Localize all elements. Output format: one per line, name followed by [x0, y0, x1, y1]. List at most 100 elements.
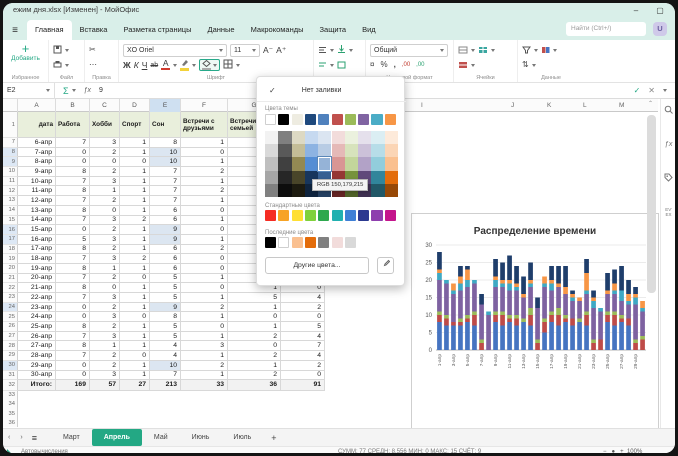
formula-expand-caret[interactable] — [663, 89, 667, 92]
theme-shade-swatch[interactable] — [385, 157, 398, 170]
cell[interactable]: 7 — [56, 177, 90, 187]
cell[interactable]: 1 — [120, 332, 150, 342]
standard-color-swatch[interactable] — [385, 210, 396, 221]
cell-name-box[interactable]: E2 — [3, 83, 55, 99]
hamburger-menu-icon[interactable]: ≡ — [3, 22, 27, 40]
cell[interactable]: 2 — [181, 303, 228, 313]
row-header-22[interactable]: 22 — [3, 283, 18, 293]
fill-color-caret[interactable] — [213, 64, 217, 67]
cell[interactable]: 19-апр — [18, 264, 56, 274]
column-header-F[interactable]: F — [181, 99, 228, 112]
cell[interactable]: 1 — [181, 332, 228, 342]
theme-shade-swatch[interactable] — [305, 131, 318, 144]
cell[interactable]: 24-апр — [18, 312, 56, 322]
theme-color-swatch[interactable] — [371, 114, 382, 125]
cell[interactable]: 7 — [150, 177, 181, 187]
sheet-tab-Апрель[interactable]: Апрель — [92, 429, 142, 446]
cell[interactable]: 7 — [56, 332, 90, 342]
cell[interactable]: 18-апр — [18, 254, 56, 264]
theme-shade-swatch[interactable] — [358, 144, 371, 157]
cell[interactable]: 6 — [150, 254, 181, 264]
cell[interactable]: 10 — [150, 148, 181, 158]
sheet-tab-Март[interactable]: Март — [51, 429, 92, 446]
cell[interactable]: 1 — [120, 196, 150, 206]
cell[interactable]: 0 — [90, 283, 120, 293]
print-caret[interactable] — [65, 64, 69, 67]
cell[interactable]: 8 — [56, 341, 90, 351]
cell[interactable]: 2 — [181, 245, 228, 255]
sheet-list-icon[interactable]: ≡ — [28, 433, 41, 443]
conditional-format-caret[interactable] — [553, 49, 557, 52]
cell[interactable]: 0 — [56, 225, 90, 235]
theme-shade-swatch[interactable] — [358, 131, 371, 144]
standard-color-swatch[interactable] — [265, 210, 276, 221]
row-header-32[interactable]: 32 — [3, 380, 18, 391]
cell[interactable]: 2 — [90, 167, 120, 177]
cell[interactable]: Итого: — [18, 380, 56, 391]
cell[interactable]: 3 — [90, 254, 120, 264]
cell[interactable]: 1 — [120, 341, 150, 351]
cell[interactable]: 2 — [228, 351, 281, 361]
add-sheet-button[interactable]: + — [263, 433, 284, 443]
cell[interactable]: 1 — [120, 138, 150, 148]
row-header-36[interactable]: 36 — [3, 418, 18, 427]
theme-shade-swatch[interactable] — [332, 144, 345, 157]
theme-shade-swatch[interactable] — [385, 184, 398, 197]
cell[interactable]: 10-апр — [18, 177, 56, 187]
cell[interactable]: 2 — [90, 196, 120, 206]
more-dots-icon[interactable]: ⋯ — [89, 60, 97, 70]
column-header-K[interactable]: K — [547, 99, 551, 112]
cell[interactable]: 1 — [120, 245, 150, 255]
theme-color-swatch[interactable] — [345, 114, 356, 125]
row-header-34[interactable]: 34 — [3, 400, 18, 409]
cell[interactable]: 3 — [90, 177, 120, 187]
vertical-scrollbar[interactable] — [647, 115, 656, 293]
sheet-tab-Июль[interactable]: Июль — [221, 429, 263, 446]
cell[interactable]: 0 — [181, 283, 228, 293]
eyedropper-button[interactable] — [377, 257, 394, 274]
cell[interactable]: 1 — [120, 186, 150, 196]
cell[interactable]: 2 — [281, 361, 325, 371]
cell[interactable]: 3 — [90, 371, 120, 381]
row-header-27[interactable]: 27 — [3, 332, 18, 342]
tab-scroll-right-icon[interactable]: › — [15, 434, 27, 441]
cell[interactable]: 9 — [150, 235, 181, 245]
cell[interactable]: 3 — [90, 293, 120, 303]
column-header-C[interactable]: C — [90, 99, 120, 112]
theme-shade-swatch[interactable] — [385, 171, 398, 184]
cell[interactable]: 3 — [90, 235, 120, 245]
cell[interactable]: 5 — [150, 283, 181, 293]
cell[interactable]: 13-апр — [18, 206, 56, 216]
add-favorite-button[interactable]: + — [7, 43, 44, 55]
conditional-format-icon[interactable] — [541, 41, 550, 59]
decrease-font-icon[interactable]: A⁻ — [263, 45, 273, 56]
cell[interactable]: 7-апр — [18, 148, 56, 158]
save-caret[interactable] — [65, 49, 69, 52]
cell[interactable]: 0 — [56, 303, 90, 313]
cancel-x-icon[interactable]: ✕ — [648, 86, 655, 95]
row-header-33[interactable]: 33 — [3, 391, 18, 400]
cell[interactable]: 0 — [120, 351, 150, 361]
row-header-16[interactable]: 16 — [3, 225, 18, 235]
cell[interactable]: 8 — [56, 283, 90, 293]
font-size-select[interactable]: 11 — [230, 44, 260, 57]
theme-shade-swatch[interactable] — [371, 144, 384, 157]
filter-caret[interactable] — [534, 49, 538, 52]
cell[interactable]: 7 — [56, 351, 90, 361]
theme-shade-swatch[interactable] — [278, 171, 291, 184]
menu-tab-5[interactable]: Макрокоманды — [243, 20, 312, 40]
filter-funnel-icon[interactable] — [522, 41, 531, 59]
theme-color-swatch[interactable] — [305, 114, 316, 125]
highlight-color-button[interactable] — [180, 59, 189, 71]
theme-shade-swatch[interactable] — [371, 157, 384, 170]
row-header-1[interactable]: 1 — [3, 112, 18, 138]
cell[interactable]: 1 — [181, 371, 228, 381]
cell[interactable]: 3 — [90, 312, 120, 322]
other-colors-button[interactable]: Другие цвета... — [265, 257, 369, 274]
cell[interactable]: 5 — [150, 322, 181, 332]
cell[interactable]: 5 — [228, 293, 281, 303]
row-header-20[interactable]: 20 — [3, 264, 18, 274]
row-header-7[interactable]: 7 — [3, 138, 18, 148]
standard-color-swatch[interactable] — [305, 210, 316, 221]
menu-tab-3[interactable]: Разметка страницы — [115, 20, 199, 40]
